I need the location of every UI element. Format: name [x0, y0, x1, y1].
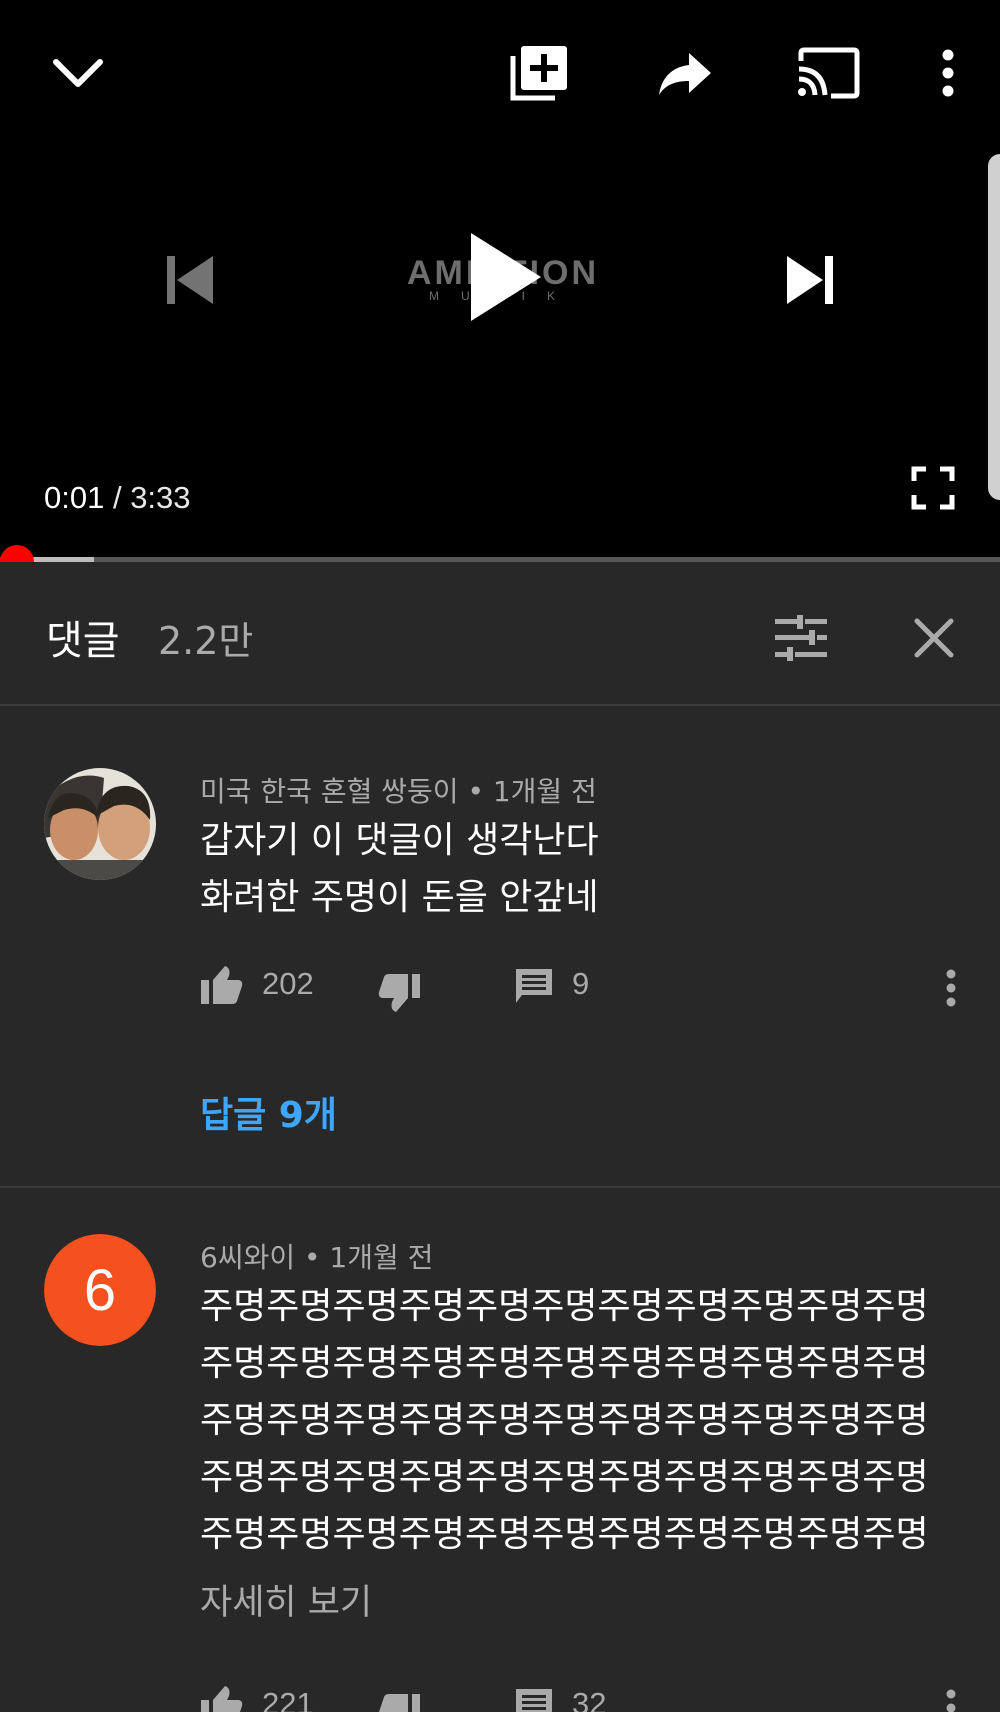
more-vertical-icon	[942, 49, 954, 97]
previous-button[interactable]	[150, 240, 230, 320]
share-button[interactable]	[648, 36, 722, 110]
comments-header: 댓글 2.2만	[0, 562, 1000, 706]
comment-item: 6 6씨와이 • 1개월 전 주명주명주명주명주명주명주명주명주명주명주명 주명…	[0, 1188, 1000, 1712]
comments-title: 댓글	[46, 618, 120, 664]
time-separator: /	[104, 480, 131, 515]
comment-icon	[516, 969, 552, 1003]
thumb-up-icon	[201, 966, 243, 1004]
fullscreen-icon	[911, 466, 955, 510]
play-button[interactable]	[450, 222, 560, 332]
thumb-up-icon	[201, 1686, 243, 1712]
avatar-photo-icon	[44, 768, 156, 880]
more-vertical-icon	[946, 1689, 956, 1712]
side-drag-handle[interactable]	[988, 154, 1000, 500]
collapse-button[interactable]	[40, 38, 116, 108]
like-count: 202	[262, 966, 314, 1001]
close-comments-button[interactable]	[900, 606, 968, 670]
reply-count: 9	[572, 966, 590, 1001]
thumb-down-icon	[379, 1694, 420, 1712]
like-button[interactable]	[200, 1684, 244, 1712]
dislike-button[interactable]	[376, 970, 422, 1014]
comment-icon	[516, 1689, 552, 1712]
playlist-add-icon	[510, 46, 567, 101]
share-icon	[659, 53, 711, 95]
reply-button[interactable]	[512, 1684, 556, 1712]
duration: 3:33	[130, 480, 191, 515]
more-options-button[interactable]	[920, 36, 976, 110]
play-icon	[471, 233, 541, 321]
avatar-letter: 6	[44, 1234, 156, 1346]
comment-text: 주명주명주명주명주명주명주명주명주명주명주명 주명주명주명주명주명주명주명주명주…	[200, 1286, 929, 1555]
sort-comments-button[interactable]	[766, 606, 836, 670]
skip-next-icon	[787, 256, 833, 304]
playback-time: 0:01 / 3:33	[44, 480, 191, 516]
dislike-button[interactable]	[376, 1690, 422, 1712]
read-more-link[interactable]: 자세히 보기	[200, 1574, 372, 1625]
close-icon	[914, 618, 954, 658]
comment-actions: 202 9	[0, 958, 1000, 1018]
add-to-playlist-button[interactable]	[500, 36, 578, 110]
view-replies-link[interactable]: 답글 9개	[200, 1086, 337, 1138]
next-button[interactable]	[770, 240, 850, 320]
thumb-down-icon	[378, 974, 420, 1012]
like-button[interactable]	[200, 964, 244, 1008]
cast-button[interactable]	[788, 36, 868, 110]
comment-more-button[interactable]	[936, 966, 966, 1010]
fullscreen-button[interactable]	[906, 460, 960, 516]
comment-meta: 6씨와이 • 1개월 전	[200, 1241, 434, 1274]
avatar[interactable]: 6	[44, 1234, 156, 1346]
sort-filter-icon	[775, 615, 827, 661]
comment-meta: 미국 한국 혼혈 쌍둥이 • 1개월 전	[200, 775, 597, 808]
reply-count: 32	[572, 1686, 607, 1712]
skip-previous-icon	[167, 256, 213, 304]
reply-button[interactable]	[512, 964, 556, 1008]
video-player[interactable]: AMBITION MUSIK 0:01 / 3:33	[0, 0, 1000, 560]
like-count: 221	[262, 1686, 314, 1712]
cast-icon	[798, 47, 860, 99]
chevron-down-icon	[53, 59, 103, 87]
current-time: 0:01	[44, 480, 105, 515]
avatar[interactable]	[44, 768, 156, 880]
comment-item: 미국 한국 혼혈 쌍둥이 • 1개월 전 갑자기 이 댓글이 생각난다 화려한 …	[0, 706, 1000, 1186]
comment-text: 갑자기 이 댓글이 생각난다 화려한 주명이 돈을 안갚네	[200, 820, 599, 918]
comments-count: 2.2만	[158, 619, 254, 663]
more-vertical-icon	[946, 969, 956, 1007]
comment-actions: 221 32	[0, 1682, 1000, 1712]
comment-more-button[interactable]	[936, 1686, 966, 1712]
